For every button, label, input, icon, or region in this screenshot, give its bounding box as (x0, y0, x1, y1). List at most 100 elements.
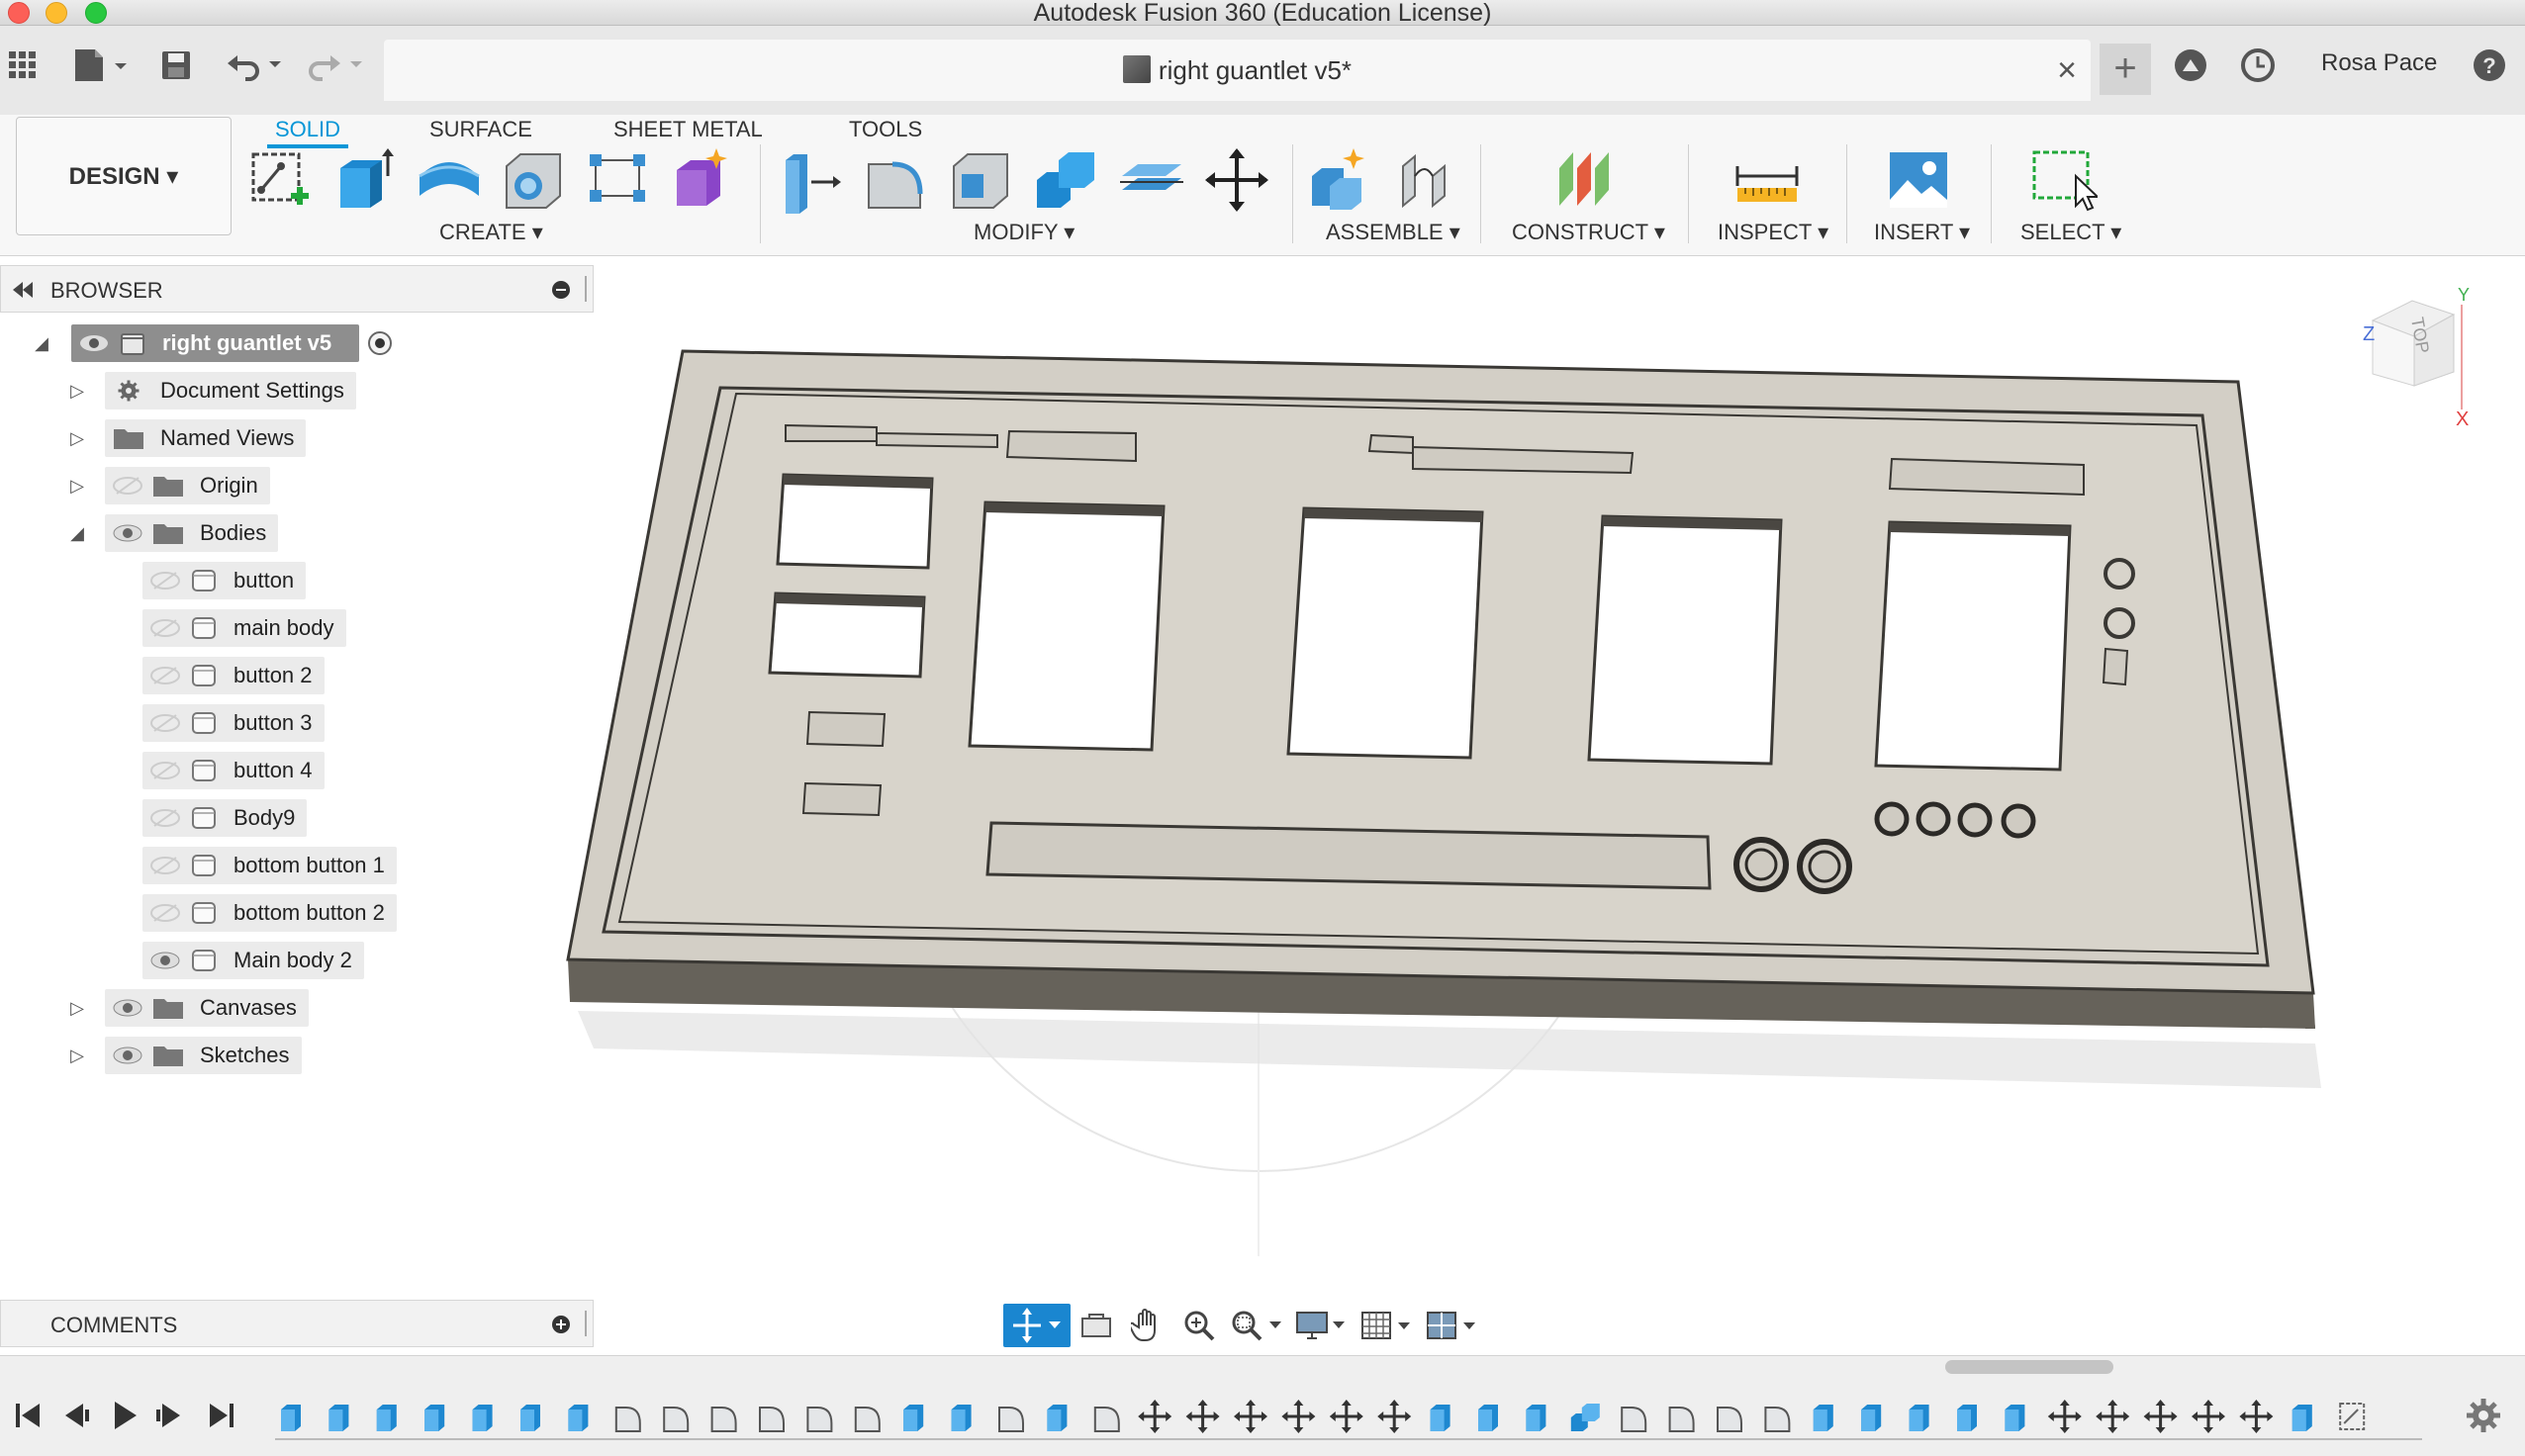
hidden-eye-icon[interactable] (150, 666, 180, 685)
extensions-icon[interactable] (2173, 44, 2208, 87)
timeline-feature-extrude-icon[interactable] (1526, 1405, 1546, 1431)
3d-viewport[interactable] (0, 257, 2525, 1296)
timeline-feature-extrude-icon[interactable] (1909, 1405, 1929, 1431)
tree-collapsed-arrow-icon[interactable]: ▷ (67, 428, 87, 449)
timeline-feature-fillet-icon[interactable] (1668, 1407, 1695, 1432)
new-component-icon[interactable] (1308, 146, 1375, 214)
timeline-feature-extrude-icon[interactable] (376, 1405, 397, 1431)
tree-item-canvases[interactable]: ▷ Canvases (67, 989, 309, 1027)
timeline-feature-move-icon[interactable] (2239, 1400, 2274, 1433)
timeline-feature-fillet-icon[interactable] (710, 1407, 737, 1432)
visibility-eye-icon[interactable] (113, 998, 142, 1018)
timeline-feature-extrude-icon[interactable] (951, 1405, 972, 1431)
tree-expanded-arrow-icon[interactable]: ◢ (32, 333, 51, 354)
measure-icon[interactable] (1733, 146, 1801, 214)
hidden-eye-icon[interactable] (150, 761, 180, 780)
assemble-menu[interactable]: ASSEMBLE ▾ (1326, 220, 1460, 245)
modify-menu[interactable]: MODIFY ▾ (974, 220, 1075, 245)
create-menu[interactable]: CREATE ▾ (439, 220, 543, 245)
timeline-feature-fillet-icon[interactable] (1621, 1407, 1647, 1432)
viewcube[interactable]: TOP Z X Y (2355, 281, 2474, 429)
shell-icon[interactable] (948, 146, 1015, 214)
joint-icon[interactable] (1393, 146, 1460, 214)
timeline-feature-move-icon[interactable] (2192, 1400, 2225, 1433)
create-form-icon[interactable] (669, 146, 736, 214)
timeline-feature-fillet-icon[interactable] (759, 1407, 785, 1432)
timeline-feature-move-icon[interactable] (1185, 1400, 1220, 1433)
timeline-feature-extrude-icon[interactable] (424, 1405, 445, 1431)
tree-root-row[interactable]: ◢ right guantlet v5 (32, 324, 393, 362)
play-icon[interactable] (103, 1396, 142, 1435)
grid-settings-button[interactable] (1356, 1304, 1421, 1347)
timeline-feature-extrude-icon[interactable] (1813, 1405, 1833, 1431)
step-back-icon[interactable] (55, 1396, 95, 1435)
timeline-feature-extrude-icon[interactable] (1861, 1405, 1882, 1431)
timeline-feature-fillet-icon[interactable] (1764, 1407, 1791, 1432)
timeline-feature-extrude-icon[interactable] (1430, 1405, 1450, 1431)
timeline-feature-move-icon[interactable] (1281, 1400, 1316, 1433)
timeline-scrollbar[interactable] (1945, 1360, 2113, 1374)
timeline-feature-extrude-icon[interactable] (281, 1405, 301, 1431)
tree-body-item[interactable]: button 3 (142, 704, 325, 742)
display-settings-button[interactable] (1290, 1304, 1356, 1347)
tree-body-item[interactable]: bottom button 1 (142, 847, 397, 884)
hidden-eye-icon[interactable] (113, 476, 142, 496)
tree-collapsed-arrow-icon[interactable]: ▷ (67, 998, 87, 1019)
offset-plane-icon[interactable] (1553, 146, 1621, 214)
save-icon[interactable] (160, 44, 192, 87)
tree-body-item[interactable]: button 4 (142, 752, 325, 789)
browser-pin-handle[interactable] (585, 276, 588, 302)
visibility-eye-icon[interactable] (113, 1046, 142, 1065)
visibility-eye-icon[interactable] (79, 333, 109, 353)
undo-icon[interactable] (226, 44, 289, 87)
combine-icon[interactable] (1033, 146, 1100, 214)
tree-item-named-views[interactable]: ▷ Named Views (67, 419, 307, 457)
timeline-feature-combine-icon[interactable] (1570, 1404, 1600, 1431)
move-copy-icon[interactable] (1203, 146, 1270, 214)
visibility-eye-icon[interactable] (150, 951, 180, 970)
user-account[interactable]: Rosa Pace (2321, 49, 2437, 77)
tab-solid[interactable]: SOLID (267, 115, 349, 148)
timeline-feature-fillet-icon[interactable] (614, 1407, 641, 1432)
tree-body-item[interactable]: Main body 2 (142, 942, 364, 979)
tree-body-item[interactable]: main body (142, 609, 346, 647)
timeline-feature-move-icon[interactable] (2096, 1400, 2130, 1433)
comments-pin-handle[interactable] (585, 1311, 588, 1336)
tree-collapsed-arrow-icon[interactable]: ▷ (67, 476, 87, 497)
hidden-eye-icon[interactable] (150, 713, 180, 733)
timeline-feature-extrude-icon[interactable] (1957, 1405, 1977, 1431)
create-sketch-icon[interactable] (247, 146, 315, 214)
timeline-feature-extrude-icon[interactable] (1047, 1405, 1068, 1431)
rectangular-pattern-icon[interactable] (586, 146, 653, 214)
tree-body-item[interactable]: button (142, 562, 307, 599)
timeline-feature-fillet-icon[interactable] (998, 1407, 1024, 1432)
tree-body-item[interactable]: bottom button 2 (142, 894, 397, 932)
tree-collapsed-arrow-icon[interactable]: ▷ (67, 381, 87, 402)
tab-sheet-metal[interactable]: SHEET METAL (606, 115, 771, 144)
tab-tools[interactable]: TOOLS (841, 115, 930, 144)
hidden-eye-icon[interactable] (150, 618, 180, 638)
timeline-feature-move-icon[interactable] (1377, 1400, 1412, 1433)
timeline-feature-move-icon[interactable] (2047, 1400, 2082, 1433)
timeline-feature-extrude-icon[interactable] (1478, 1405, 1498, 1431)
activate-component-radio-icon[interactable] (367, 330, 393, 356)
tree-item-document-settings[interactable]: ▷ Document Settings (67, 372, 356, 410)
revolve-icon[interactable] (416, 146, 483, 214)
hidden-eye-icon[interactable] (150, 571, 180, 591)
hidden-eye-icon[interactable] (150, 856, 180, 875)
timeline-feature-fillet-icon[interactable] (663, 1407, 690, 1432)
job-status-clock-icon[interactable] (2240, 44, 2276, 87)
tree-item-sketches[interactable]: ▷ Sketches (67, 1037, 302, 1074)
document-tab[interactable]: right guantlet v5* × (384, 40, 2091, 101)
extrude-icon[interactable] (332, 146, 400, 214)
viewports-button[interactable] (1421, 1304, 1486, 1347)
inspect-menu[interactable]: INSPECT ▾ (1718, 220, 1828, 245)
zoom-button[interactable] (1173, 1304, 1225, 1347)
collapse-browser-icon[interactable] (11, 282, 35, 298)
visibility-eye-icon[interactable] (113, 523, 142, 543)
timeline-feature-move-icon[interactable] (1329, 1400, 1363, 1433)
fit-zoom-button[interactable] (1225, 1304, 1290, 1347)
tree-item-origin[interactable]: ▷ Origin (67, 467, 270, 504)
hidden-eye-icon[interactable] (150, 903, 180, 923)
tree-body-item[interactable]: Body9 (142, 799, 308, 837)
